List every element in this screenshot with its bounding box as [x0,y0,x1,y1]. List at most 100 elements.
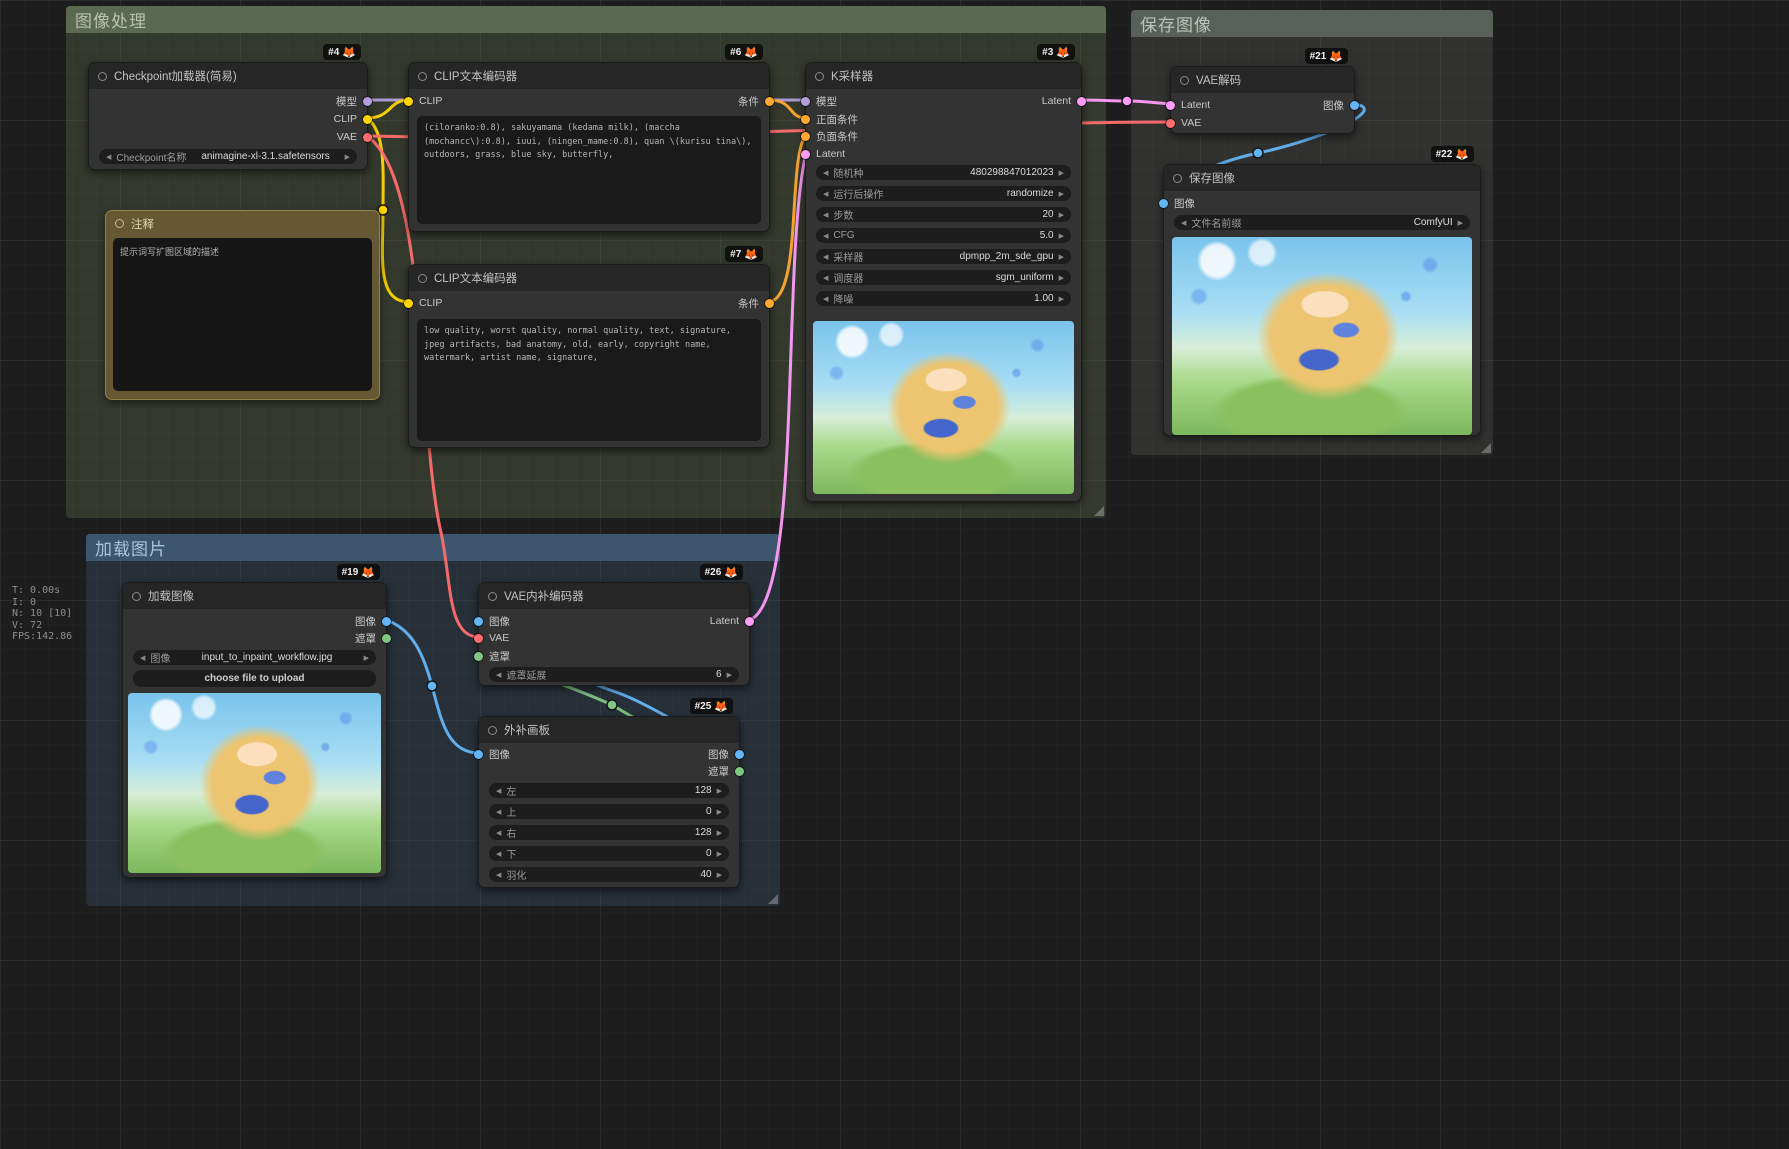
arrow-right-icon[interactable]: ▶ [717,871,722,879]
widget-bottom[interactable]: ◀ 下 0 ▶ [489,846,729,861]
group-titlebar[interactable]: 加载图片 [86,534,780,561]
collapse-dot-icon[interactable] [488,592,497,601]
node-checkpoint-loader[interactable]: #4 🦊 Checkpoint加载器(简易) 模型 CLIP VAE ◀ Che… [88,62,368,170]
node-vae-decode[interactable]: #21 🦊 VAE解码 Latent VAE 图像 [1170,66,1355,134]
collapse-dot-icon[interactable] [132,592,141,601]
arrow-right-icon[interactable]: ▶ [1059,274,1064,282]
node-ksampler[interactable]: #3 🦊 K采样器 模型 正面条件 负面条件 Latent Latent ◀ [805,62,1082,502]
image-slot-dot[interactable] [735,750,744,759]
node-header[interactable]: 外补画板 [479,717,739,743]
arrow-left-icon[interactable]: ◀ [496,808,501,816]
arrow-right-icon[interactable]: ▶ [717,787,722,795]
node-clip-encoder-negative[interactable]: #7 🦊 CLIP文本编码器 CLIP 条件 low quality, wors… [408,264,770,448]
vae-slot-dot[interactable] [1166,119,1175,128]
vae-slot-dot[interactable] [474,634,483,643]
collapse-dot-icon[interactable] [418,274,427,283]
arrow-left-icon[interactable]: ◀ [496,671,501,679]
arrow-left-icon[interactable]: ◀ [1181,219,1186,227]
node-note[interactable]: 注释 提示词写扩图区域的描述 [105,210,380,400]
widget-cfg[interactable]: ◀ CFG 5.0 ▶ [816,228,1071,243]
image-slot-dot[interactable] [474,750,483,759]
node-header[interactable]: CLIP文本编码器 [409,63,769,89]
node-clip-encoder-positive[interactable]: #6 🦊 CLIP文本编码器 CLIP 条件 (ciloranko:0.8), … [408,62,770,232]
widget-grow-mask[interactable]: ◀ 遮罩延展 6 ▶ [489,667,739,682]
arrow-left-icon[interactable]: ◀ [823,295,828,303]
arrow-right-icon[interactable]: ▶ [1458,219,1463,227]
arrow-left-icon[interactable]: ◀ [496,871,501,879]
mask-slot-dot[interactable] [474,652,483,661]
node-header[interactable]: K采样器 [806,63,1081,89]
arrow-left-icon[interactable]: ◀ [496,829,501,837]
arrow-left-icon[interactable]: ◀ [823,274,828,282]
arrow-left-icon[interactable]: ◀ [823,190,828,198]
arrow-right-icon[interactable]: ▶ [1059,190,1064,198]
arrow-right-icon[interactable]: ▶ [717,850,722,858]
node-header[interactable]: VAE解码 [1171,67,1354,93]
prompt-textarea[interactable]: (ciloranko:0.8), sakuyamama (kedama milk… [417,116,761,224]
arrow-left-icon[interactable]: ◀ [496,850,501,858]
node-header[interactable]: 加载图像 [123,583,386,609]
node-header[interactable]: VAE内补编码器 [479,583,749,609]
widget-ckpt-name[interactable]: ◀ Checkpoint名称 animagine-xl-3.1.safetens… [99,149,357,164]
collapse-dot-icon[interactable] [488,726,497,735]
widget-steps[interactable]: ◀ 步数 20 ▶ [816,207,1071,222]
collapse-dot-icon[interactable] [98,72,107,81]
arrow-right-icon[interactable]: ▶ [345,153,350,161]
conditioning-slot-dot[interactable] [801,132,810,141]
conditioning-slot-dot[interactable] [801,115,810,124]
widget-scheduler[interactable]: ◀ 调度器 sgm_uniform ▶ [816,270,1071,285]
arrow-left-icon[interactable]: ◀ [823,232,828,240]
widget-image-file[interactable]: ◀ 图像 input_to_inpaint_workflow.jpg ▶ [133,650,376,665]
conditioning-slot-dot[interactable] [765,97,774,106]
node-graph-canvas[interactable]: 图像处理 保存图像 加载图片 T: 0. [0,0,1789,1149]
mask-slot-dot[interactable] [382,634,391,643]
node-header[interactable]: Checkpoint加载器(简易) [89,63,367,89]
arrow-right-icon[interactable]: ▶ [717,808,722,816]
arrow-left-icon[interactable]: ◀ [823,169,828,177]
arrow-right-icon[interactable]: ▶ [1059,211,1064,219]
collapse-dot-icon[interactable] [115,219,124,228]
arrow-right-icon[interactable]: ▶ [1059,253,1064,261]
image-slot-dot[interactable] [1350,101,1359,110]
group-titlebar[interactable]: 保存图像 [1131,10,1493,37]
arrow-right-icon[interactable]: ▶ [1059,232,1064,240]
arrow-left-icon[interactable]: ◀ [496,787,501,795]
latent-slot-dot[interactable] [1166,101,1175,110]
widget-feathering[interactable]: ◀ 羽化 40 ▶ [489,867,729,882]
node-header[interactable]: 保存图像 [1164,165,1480,191]
mask-slot-dot[interactable] [735,767,744,776]
widget-left[interactable]: ◀ 左 128 ▶ [489,783,729,798]
arrow-right-icon[interactable]: ▶ [727,671,732,679]
collapse-dot-icon[interactable] [1180,76,1189,85]
choose-file-button[interactable]: choose file to upload [133,670,376,687]
node-vae-encode-inpaint[interactable]: #26 🦊 VAE内补编码器 图像 VAE 遮罩 Latent ◀ 遮罩延展 6… [478,582,750,686]
node-pad-image-outpaint[interactable]: #25 🦊 外补画板 图像 图像 遮罩 ◀ 左 128 ▶ ◀ 上 0 [478,716,740,888]
clip-slot-dot[interactable] [363,115,372,124]
group-resize-handle[interactable] [768,894,778,904]
node-header[interactable]: 注释 [106,211,379,236]
latent-slot-dot[interactable] [745,617,754,626]
model-slot-dot[interactable] [801,97,810,106]
widget-denoise[interactable]: ◀ 降噪 1.00 ▶ [816,291,1071,306]
widget-filename-prefix[interactable]: ◀ 文件名前缀 ComfyUI ▶ [1174,215,1470,230]
collapse-dot-icon[interactable] [815,72,824,81]
arrow-right-icon[interactable]: ▶ [1059,295,1064,303]
latent-slot-dot[interactable] [801,150,810,159]
image-slot-dot[interactable] [382,617,391,626]
arrow-right-icon[interactable]: ▶ [717,829,722,837]
model-slot-dot[interactable] [363,97,372,106]
arrow-left-icon[interactable]: ◀ [106,153,111,161]
arrow-left-icon[interactable]: ◀ [823,253,828,261]
arrow-left-icon[interactable]: ◀ [140,654,145,662]
image-slot-dot[interactable] [474,617,483,626]
node-header[interactable]: CLIP文本编码器 [409,265,769,291]
widget-seed[interactable]: ◀ 随机种 480298847012023 ▶ [816,165,1071,180]
prompt-textarea[interactable]: low quality, worst quality, normal quali… [417,319,761,441]
vae-slot-dot[interactable] [363,133,372,142]
widget-sampler[interactable]: ◀ 采样器 dpmpp_2m_sde_gpu ▶ [816,249,1071,264]
latent-slot-dot[interactable] [1077,97,1086,106]
clip-slot-dot[interactable] [404,97,413,106]
group-resize-handle[interactable] [1481,443,1491,453]
collapse-dot-icon[interactable] [418,72,427,81]
arrow-right-icon[interactable]: ▶ [1059,169,1064,177]
